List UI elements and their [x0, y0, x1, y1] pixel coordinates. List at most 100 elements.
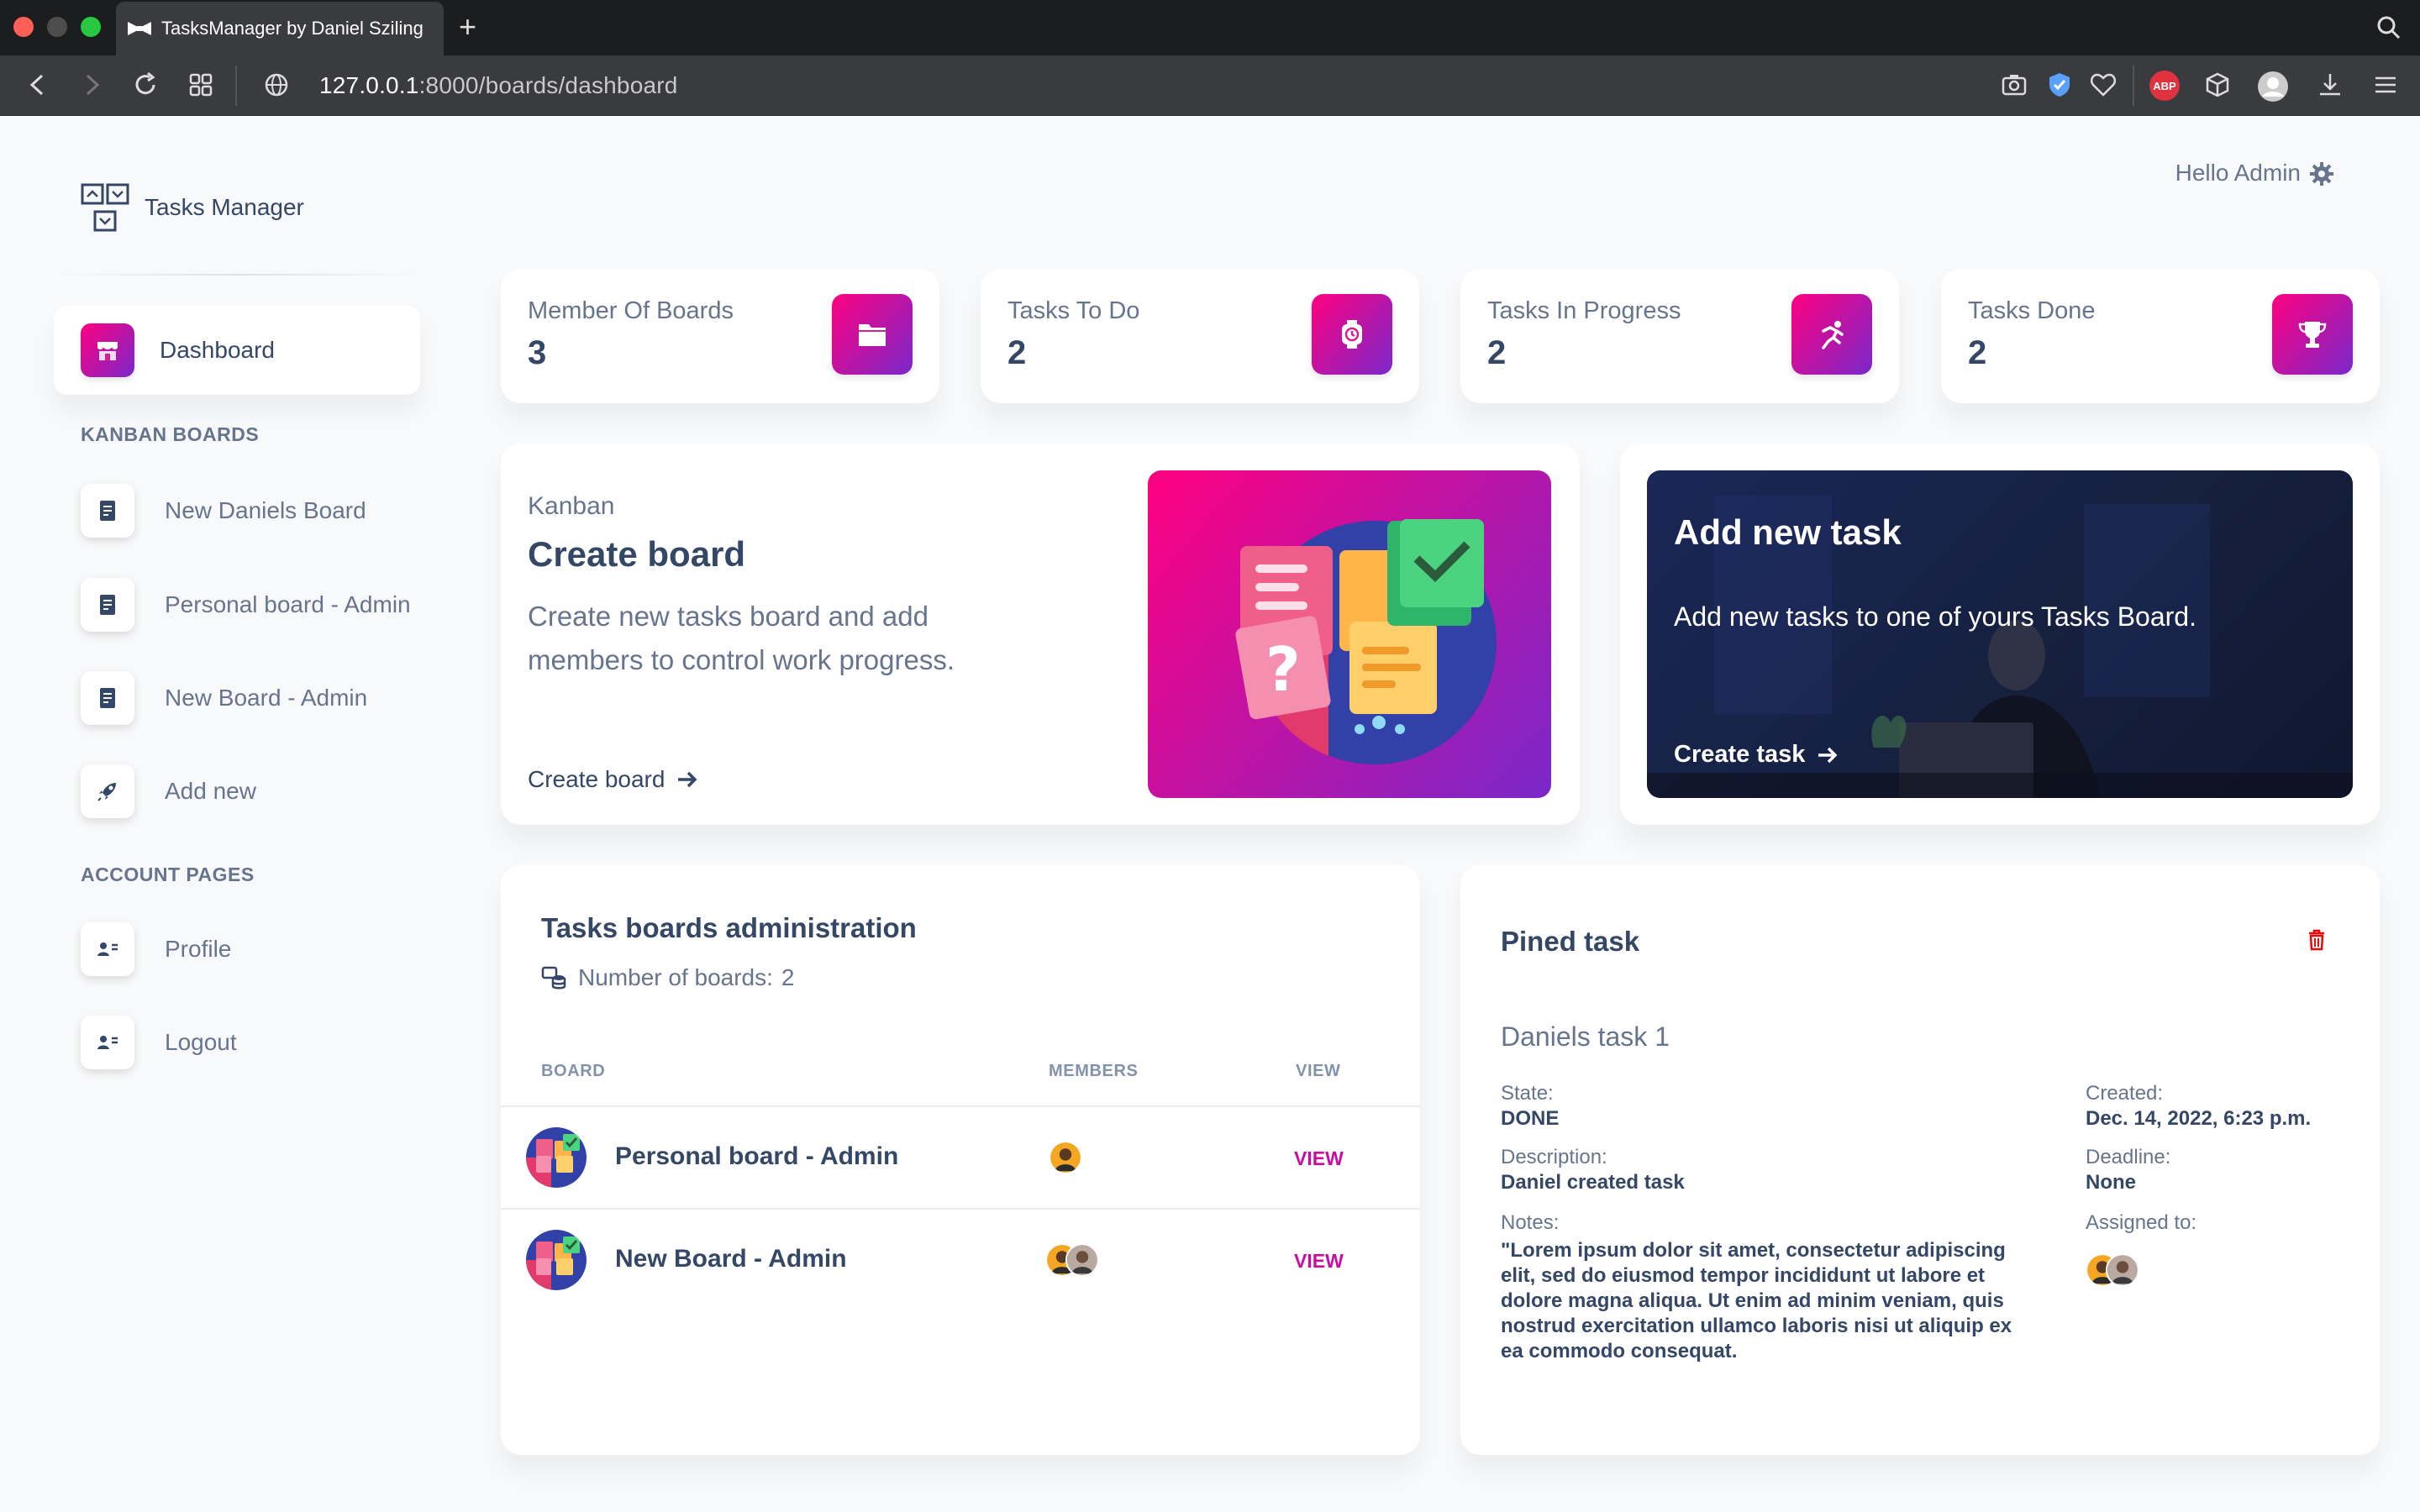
address-divider	[235, 66, 237, 106]
url-field[interactable]: 127.0.0.1:8000/boards/dashboard	[319, 72, 678, 99]
pinned-task-name[interactable]: Daniels task 1	[1501, 1021, 1670, 1053]
document-icon	[100, 501, 115, 521]
kanban-card-label: Kanban	[528, 492, 615, 520]
sidebar-item-profile[interactable]: Profile	[81, 922, 231, 976]
back-icon[interactable]	[24, 71, 52, 99]
profile-icon-box	[81, 922, 134, 976]
view-board-link[interactable]: VIEW	[1294, 1250, 1344, 1273]
stat-card-member-of-boards[interactable]: Member Of Boards 3	[501, 269, 939, 403]
trash-icon[interactable]	[2307, 929, 2326, 951]
stat-icon-box	[1312, 294, 1392, 375]
sidebar-item-board[interactable]: New Daniels Board	[81, 484, 366, 538]
toolbar-divider	[2133, 66, 2134, 106]
avatar	[1049, 1141, 1082, 1174]
minimize-window-button[interactable]	[47, 17, 67, 37]
tab-grid-icon[interactable]	[187, 71, 215, 99]
assigned-label: Assigned to:	[2086, 1211, 2197, 1234]
search-icon[interactable]	[2376, 15, 2402, 40]
add-task-card: Add new task Add new tasks to one of you…	[1620, 444, 2380, 825]
account-icon[interactable]	[2257, 71, 2289, 102]
kanban-boards-heading: KANBAN BOARDS	[81, 423, 260, 445]
description-value: Daniel created task	[1501, 1171, 1685, 1194]
stat-card-tasks-in-progress[interactable]: Tasks In Progress 2	[1460, 269, 1899, 403]
pinned-task-title: Pined task	[1501, 926, 1640, 957]
board-icon-box	[81, 671, 134, 725]
board-icon-box	[81, 578, 134, 632]
arrow-right-icon	[678, 771, 697, 788]
forward-icon[interactable]	[77, 71, 106, 99]
sidebar-item-add-new[interactable]: Add new	[81, 764, 256, 818]
runner-icon	[1822, 321, 1844, 349]
sidebar-item-board[interactable]: New Board - Admin	[81, 671, 367, 725]
document-icon	[100, 688, 115, 708]
add-task-description: Add new tasks to one of yours Tasks Boar…	[1674, 601, 2196, 632]
created-value: Dec. 14, 2022, 6:23 p.m.	[2086, 1107, 2312, 1130]
account-pages-heading: ACCOUNT PAGES	[81, 864, 255, 885]
browser-tab[interactable]: TasksManager by Daniel Sziling	[116, 2, 444, 55]
create-board-link-label: Create board	[528, 766, 666, 792]
adblock-icon[interactable]: ABP	[2149, 71, 2180, 101]
sidebar-divider	[54, 274, 424, 276]
pinned-task-card: Pined task Daniels task 1 State: DONE De…	[1460, 865, 2380, 1455]
table-divider	[501, 1208, 1420, 1210]
stat-card-tasks-to-do[interactable]: Tasks To Do 2	[981, 269, 1419, 403]
stat-icon-box	[832, 294, 913, 375]
stat-card-tasks-done[interactable]: Tasks Done 2	[1941, 269, 2380, 403]
camera-icon[interactable]	[2000, 71, 2028, 99]
sidebar-item-board[interactable]: Personal board - Admin	[81, 578, 411, 632]
view-board-link[interactable]: VIEW	[1294, 1147, 1344, 1170]
kanban-card-title: Create board	[528, 534, 746, 574]
logout-icon-box	[81, 1016, 134, 1069]
shield-check-icon[interactable]	[2045, 71, 2074, 99]
create-task-link[interactable]: Create task	[1674, 741, 1839, 769]
boards-table-title: Tasks boards administration	[541, 912, 917, 943]
sticky-notes-logo-icon	[526, 1127, 587, 1188]
gear-icon[interactable]	[2309, 161, 2334, 186]
sticky-notes-logo-icon	[526, 1230, 587, 1290]
menu-icon[interactable]	[2371, 71, 2400, 99]
column-header-members: MEMBERS	[1049, 1062, 1139, 1080]
stat-label: Tasks To Do	[1007, 297, 1140, 324]
state-value: DONE	[1501, 1107, 1560, 1130]
tasks-manager-logo-icon	[81, 183, 129, 232]
brand[interactable]: Tasks Manager	[81, 183, 304, 232]
notes-label: Notes:	[1501, 1211, 1560, 1234]
create-task-link-label: Create task	[1674, 741, 1806, 768]
created-label: Created:	[2086, 1082, 2164, 1105]
url-path: :8000/boards/dashboard	[418, 72, 678, 98]
column-header-board: BOARD	[541, 1062, 606, 1080]
watch-icon	[1342, 320, 1362, 349]
sidebar-item-label: Profile	[165, 936, 232, 962]
user-greeting[interactable]: Hello Admin	[2175, 160, 2301, 186]
state-label: State:	[1501, 1082, 1554, 1105]
board-icon-box	[81, 484, 134, 538]
avatar	[2106, 1253, 2139, 1287]
sidebar-item-label: Add new	[165, 778, 256, 804]
kanban-card: Kanban Create board Create new tasks boa…	[501, 444, 1580, 825]
heart-icon[interactable]	[2089, 71, 2118, 99]
board-name[interactable]: Personal board - Admin	[615, 1142, 898, 1171]
stat-value: 2	[1968, 334, 1987, 371]
download-icon[interactable]	[2316, 71, 2344, 99]
browser-tab-bar: TasksManager by Daniel Sziling +	[0, 0, 2420, 55]
sidebar-item-dashboard[interactable]: Dashboard	[54, 306, 420, 395]
reload-icon[interactable]	[131, 71, 160, 99]
deadline-value: None	[2086, 1171, 2136, 1194]
create-board-link[interactable]: Create board	[528, 766, 698, 793]
sidebar-item-logout[interactable]: Logout	[81, 1016, 237, 1069]
stat-value: 2	[1007, 334, 1027, 371]
stat-label: Tasks Done	[1968, 297, 2096, 324]
cube-icon[interactable]	[2203, 71, 2232, 99]
document-icon	[100, 595, 115, 615]
board-logo	[526, 1127, 587, 1188]
sticky-notes-illustration: ?	[1235, 519, 1497, 764]
new-tab-button[interactable]: +	[459, 10, 476, 44]
sidebar-item-label: Personal board - Admin	[165, 591, 411, 617]
arrow-right-icon	[1818, 747, 1838, 763]
trophy-icon	[2298, 322, 2327, 348]
maximize-window-button[interactable]	[81, 17, 101, 37]
board-name[interactable]: New Board - Admin	[615, 1245, 847, 1273]
add-task-banner: Add new task Add new tasks to one of you…	[1647, 470, 2353, 798]
folder-icon	[859, 324, 886, 346]
close-window-button[interactable]	[13, 17, 34, 37]
